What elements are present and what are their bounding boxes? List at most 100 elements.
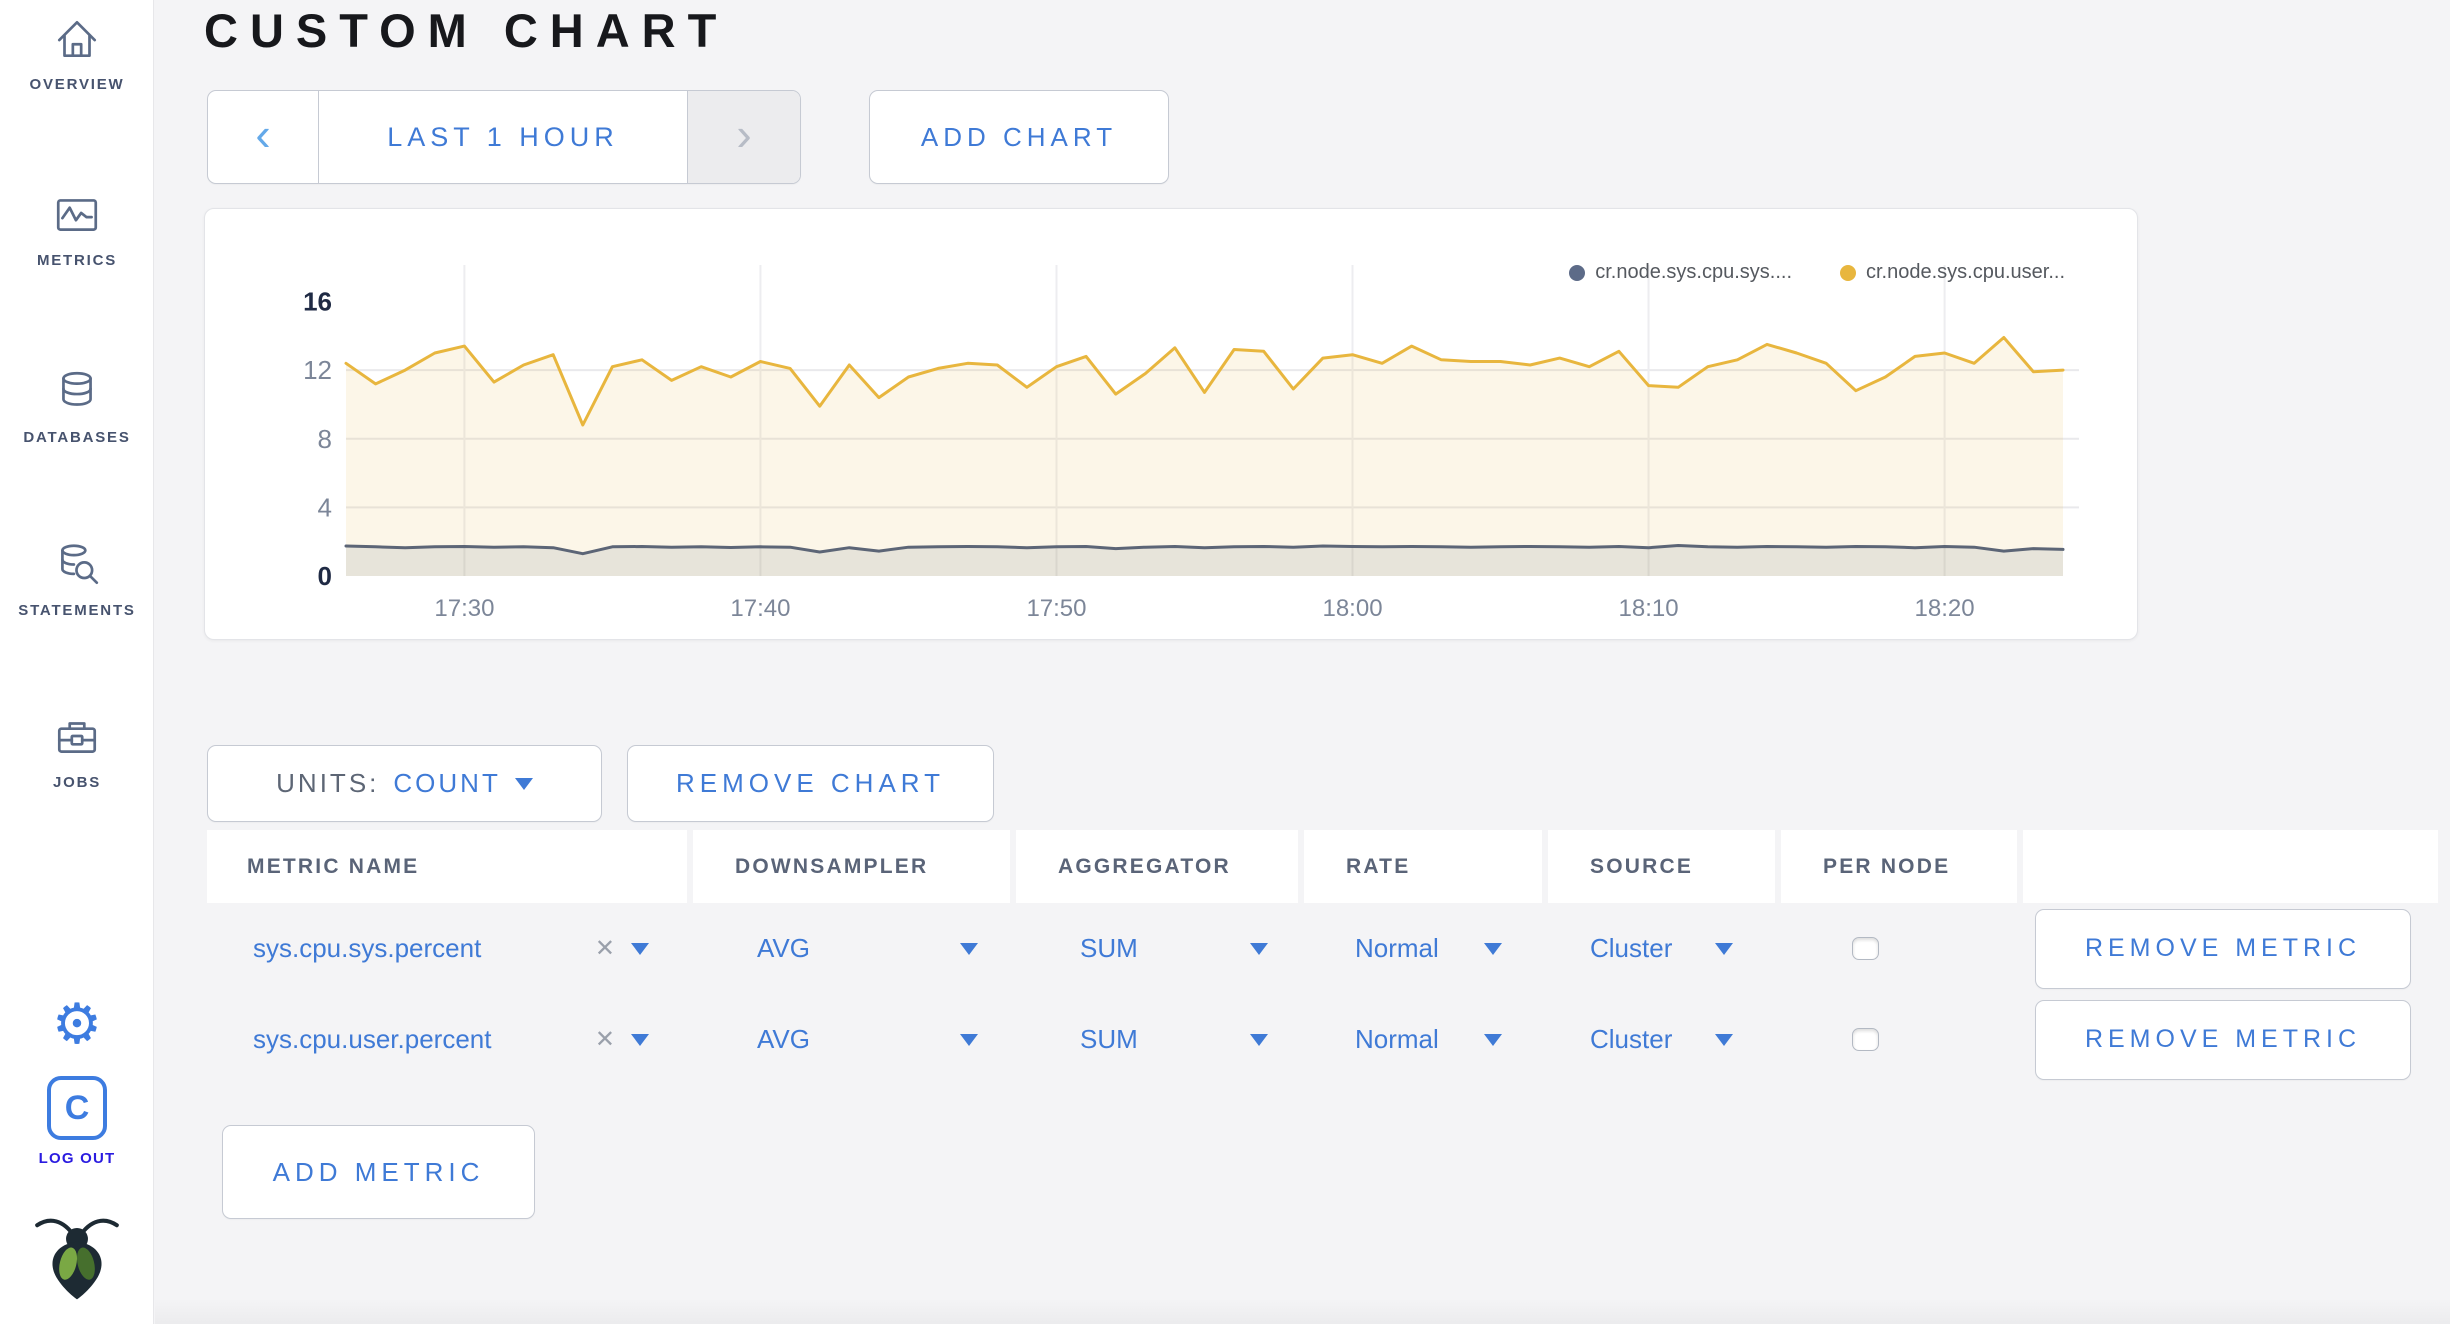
col-header-rate: RATE (1304, 830, 1542, 903)
downsampler-value: AVG (757, 933, 810, 963)
remove-chart-button[interactable]: REMOVE CHART (627, 745, 994, 822)
metric-name-value: sys.cpu.user.percent (253, 1024, 492, 1054)
time-range-selector: ‹ LAST 1 HOUR › (207, 90, 801, 184)
legend-dot-sys (1569, 264, 1586, 281)
chevron-down-icon (1250, 1033, 1268, 1046)
logout-button[interactable]: C LOG OUT (0, 1076, 154, 1167)
chevron-down-icon (1484, 1033, 1502, 1046)
time-range-label[interactable]: LAST 1 HOUR (319, 91, 687, 183)
per-node-cell (1781, 994, 2017, 1085)
metric-name-value: sys.cpu.sys.percent (253, 933, 482, 963)
source-value: Cluster (1590, 933, 1673, 963)
settings-button[interactable]: ⚙ (0, 996, 154, 1052)
y-tick-label: 12 (303, 355, 332, 385)
time-range-next-button[interactable]: › (687, 91, 800, 183)
aggregator-dropdown[interactable]: SUM (1016, 994, 1298, 1085)
rate-value: Normal (1355, 933, 1439, 963)
metric-name-cell[interactable]: sys.cpu.user.percent ✕ (207, 994, 687, 1085)
sidebar-item-label: JOBS (52, 774, 102, 791)
units-dropdown[interactable]: UNITS: COUNT (207, 745, 602, 822)
remove-metric-button[interactable]: REMOVE METRIC (2035, 908, 2411, 989)
gear-icon: ⚙ (51, 992, 103, 1055)
actions-cell: REMOVE METRIC (2023, 903, 2438, 994)
source-dropdown[interactable]: Cluster (1548, 994, 1775, 1085)
statements-icon (61, 544, 99, 585)
col-header-source: SOURCE (1548, 830, 1775, 903)
x-tick-label: 18:10 (1619, 595, 1679, 622)
per-node-cell (1781, 903, 2017, 994)
home-icon (57, 20, 97, 58)
chevron-down-icon (514, 777, 533, 790)
per-node-checkbox[interactable] (1851, 937, 1879, 960)
sidebar-item-label: STATEMENTS (18, 602, 136, 619)
cockroach-logo (0, 1206, 154, 1302)
legend-label-sys: cr.node.sys.cpu.sys.... (1595, 261, 1792, 283)
units-value: COUNT (393, 768, 501, 798)
logout-label: LOG OUT (38, 1150, 116, 1167)
rate-value: Normal (1355, 1024, 1439, 1054)
col-header-metric-name: METRIC NAME (207, 830, 687, 903)
chevron-down-icon (1250, 942, 1268, 955)
rate-dropdown[interactable]: Normal (1304, 994, 1542, 1085)
remove-metric-button[interactable]: REMOVE METRIC (2035, 999, 2411, 1080)
chevron-down-icon[interactable] (631, 1033, 649, 1046)
col-header-per-node: PER NODE (1781, 830, 2017, 903)
downsampler-dropdown[interactable]: AVG (693, 903, 1010, 994)
sidebar-item-metrics[interactable]: METRICS (0, 190, 154, 269)
add-metric-button[interactable]: ADD METRIC (222, 1125, 535, 1219)
y-tick-label: 8 (318, 424, 332, 454)
table-row: sys.cpu.user.percent ✕ AVG SUM Normal Cl… (207, 994, 2438, 1085)
briefcase-icon (57, 722, 97, 753)
page-title: CUSTOM CHART (204, 4, 729, 57)
col-header-actions (2023, 830, 2438, 903)
chevron-down-icon (1484, 942, 1502, 955)
chevron-down-icon[interactable] (631, 942, 649, 955)
sidebar-item-jobs[interactable]: JOBS (0, 712, 154, 791)
chevron-left-icon: ‹ (255, 108, 271, 160)
units-label: UNITS: (276, 768, 380, 798)
y-tick-label: 0 (318, 561, 332, 591)
add-chart-button[interactable]: ADD CHART (869, 90, 1169, 184)
rate-dropdown[interactable]: Normal (1304, 903, 1542, 994)
downsampler-value: AVG (757, 1024, 810, 1054)
cockroach-bug-icon (35, 1218, 119, 1300)
x-tick-label: 18:00 (1322, 595, 1382, 622)
x-tick-label: 17:40 (730, 595, 790, 622)
aggregator-dropdown[interactable]: SUM (1016, 903, 1298, 994)
table-row: sys.cpu.sys.percent ✕ AVG SUM Normal Clu… (207, 903, 2438, 994)
x-tick-label: 18:20 (1915, 595, 1975, 622)
legend-item-sys[interactable]: cr.node.sys.cpu.sys.... (1569, 261, 1792, 284)
metrics-chart-icon (56, 199, 98, 231)
source-dropdown[interactable]: Cluster (1548, 903, 1775, 994)
metrics-table-header: METRIC NAME DOWNSAMPLER AGGREGATOR RATE … (207, 830, 2438, 903)
col-header-aggregator: AGGREGATOR (1016, 830, 1298, 903)
actions-cell: REMOVE METRIC (2023, 994, 2438, 1085)
database-icon (62, 371, 92, 406)
sidebar-item-databases[interactable]: DATABASES (0, 367, 154, 446)
sidebar-item-statements[interactable]: STATEMENTS (0, 540, 154, 619)
chevron-right-icon: › (736, 108, 752, 160)
sidebar-item-label: OVERVIEW (29, 76, 125, 93)
per-node-checkbox[interactable] (1851, 1028, 1879, 1051)
clear-metric-icon[interactable]: ✕ (595, 934, 615, 963)
series-area-1 (346, 337, 2063, 576)
aggregator-value: SUM (1080, 933, 1138, 963)
custom-chart-page: OVERVIEW METRICS DATABASES STATEMENTS JO… (0, 0, 2450, 1324)
x-tick-label: 17:50 (1026, 595, 1086, 622)
y-tick-label: 4 (318, 492, 332, 522)
sidebar-item-overview[interactable]: OVERVIEW (0, 14, 154, 93)
clear-metric-icon[interactable]: ✕ (595, 1025, 615, 1054)
sidebar-item-label: METRICS (36, 252, 118, 269)
bottom-fade (155, 1298, 2450, 1324)
time-range-prev-button[interactable]: ‹ (208, 91, 319, 183)
chevron-down-icon (960, 1033, 978, 1046)
chart-areas (346, 337, 2063, 576)
chevron-down-icon (1715, 942, 1733, 955)
metric-name-cell[interactable]: sys.cpu.sys.percent ✕ (207, 903, 687, 994)
sidebar-item-label: DATABASES (23, 429, 131, 446)
legend-item-user[interactable]: cr.node.sys.cpu.user... (1840, 261, 2065, 284)
chart-legend: cr.node.sys.cpu.sys.... cr.node.sys.cpu.… (1569, 261, 2065, 284)
chevron-down-icon (1715, 1033, 1733, 1046)
downsampler-dropdown[interactable]: AVG (693, 994, 1010, 1085)
aggregator-value: SUM (1080, 1024, 1138, 1054)
